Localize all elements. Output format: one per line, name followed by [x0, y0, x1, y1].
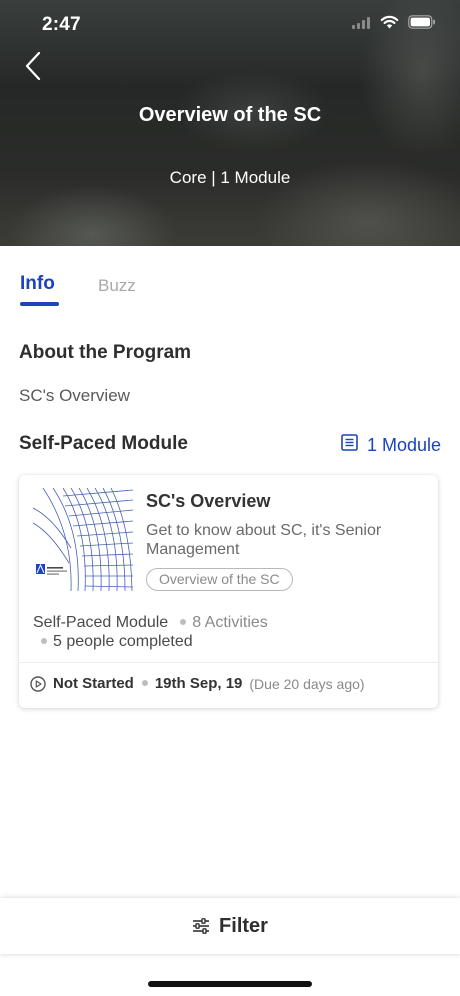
- module-title: SC's Overview: [146, 491, 271, 511]
- module-completed: 5 people completed: [53, 633, 193, 650]
- back-button[interactable]: [18, 50, 48, 86]
- header-banner: 2:47 Overview of the SC Core | 1 Module: [0, 0, 460, 246]
- module-due: (Due 20 days ago): [249, 675, 365, 692]
- separator-dot: [180, 618, 187, 625]
- page-subtitle: Core | 1 Module: [169, 168, 291, 187]
- module-thumbnail: [33, 488, 133, 591]
- about-text: SC's Overview: [19, 386, 130, 405]
- module-status-row: Not Started 19th Sep, 19 (Due 20 days ag…: [30, 675, 365, 692]
- filter-button[interactable]: Filter: [0, 898, 460, 954]
- module-description: Get to know about SC, it's Senior Manage…: [146, 522, 382, 558]
- wifi-icon: [380, 15, 399, 34]
- separator-dot: [41, 637, 47, 644]
- page-title: Overview of the SC: [138, 104, 322, 126]
- about-heading: About the Program: [19, 342, 192, 363]
- list-icon: [341, 434, 358, 456]
- bottom-bar: Filter: [0, 898, 460, 954]
- back-icon: [25, 51, 41, 85]
- module-count-label: 1 Module: [366, 434, 441, 455]
- module-card[interactable]: SC's Overview Get to know about SC, it's…: [19, 475, 438, 708]
- module-count-link[interactable]: 1 Module: [341, 434, 441, 456]
- module-date: 19th Sep, 19: [154, 675, 243, 692]
- module-type: Self-Paced Module: [33, 614, 169, 631]
- status-time: 2:47: [42, 14, 81, 35]
- status-bar: 2:47: [0, 0, 460, 48]
- module-meta: Self-Paced Module 8 Activities 5 people c…: [33, 613, 413, 651]
- signal-icon: [352, 16, 371, 34]
- status-icons: [352, 15, 436, 34]
- tab-buzz[interactable]: Buzz: [98, 276, 136, 296]
- sliders-icon: [192, 918, 210, 934]
- play-circle-icon: [30, 675, 46, 692]
- module-section-heading: Self-Paced Module: [19, 433, 188, 454]
- home-indicator[interactable]: [148, 981, 312, 987]
- separator-dot: [141, 680, 148, 686]
- module-status: Not Started: [53, 675, 134, 692]
- tab-bar: Info Buzz: [0, 246, 460, 310]
- module-activities: 8 Activities: [192, 614, 268, 631]
- filter-label: Filter: [219, 914, 268, 937]
- battery-icon: [408, 15, 436, 34]
- tab-info[interactable]: Info: [20, 273, 55, 295]
- module-tag: Overview of the SC: [146, 568, 293, 591]
- card-divider: [19, 662, 438, 663]
- active-tab-indicator: [20, 302, 59, 306]
